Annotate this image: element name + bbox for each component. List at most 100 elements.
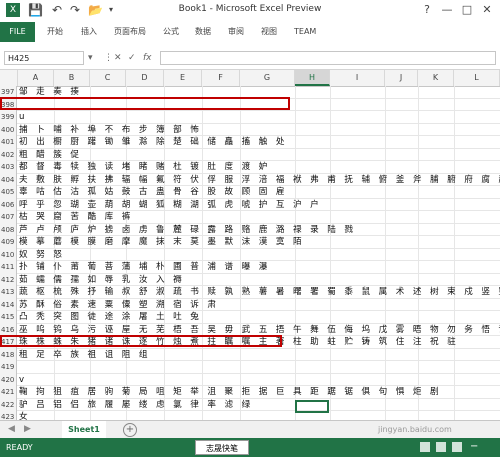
scroll-right-icon[interactable]: ▶	[24, 424, 31, 434]
cell-text[interactable]: 苏 酥 俗 素 速 粟 僳 塑 溯 宿 诉 肃	[19, 299, 219, 312]
table-row: 408 芦 卢 颅 庐 炉 掳 卤 虏 鲁 麓 碌 露 路 赂 鹿 潞 禄 录 陆…	[0, 223, 500, 237]
cell-text[interactable]: 夫 敷 肤 孵 扶 拂 辐 幅 氟 符 伏 俘 服 浮 涪 福 袱 弗 甫 抚 …	[19, 174, 500, 187]
maximize-button[interactable]: □	[458, 2, 476, 18]
row-number[interactable]: 406	[0, 198, 17, 211]
row-number[interactable]: 409	[0, 236, 17, 249]
tab-team[interactable]: TEAM	[294, 26, 316, 38]
row-number[interactable]: 403	[0, 161, 17, 174]
row-number[interactable]: 422	[0, 398, 17, 411]
page-layout-view-icon[interactable]	[436, 442, 446, 452]
add-sheet-button[interactable]: +	[123, 423, 137, 437]
cancel-icon[interactable]: ✕	[114, 51, 122, 65]
row-number[interactable]: 419	[0, 361, 17, 374]
column-header-selected[interactable]: H	[295, 70, 330, 86]
column-header[interactable]: D	[126, 70, 164, 86]
row-number[interactable]: 423	[0, 411, 17, 420]
tab-view[interactable]: 视图	[261, 26, 277, 38]
table-row: 413 蔬 枢 梳 殊 抒 输 叔 舒 淑 疏 书 赎 孰 熟 薯 暑 曙 署 蜀…	[0, 286, 500, 299]
cell-text[interactable]: v	[19, 374, 27, 387]
cell-text[interactable]: 捕 卜 哺 补 埠 不 布 步 簿 部 怖	[19, 124, 202, 137]
cell-text[interactable]: 模 摹 蘑 模 膜 磨 摩 魔 抹 末 莫 墨 默 沫 漠 寞 陌	[19, 236, 305, 249]
tab-review[interactable]: 审阅	[228, 26, 244, 38]
column-headers: A B C D E F G H I J K L	[0, 70, 500, 87]
enter-icon[interactable]: ✓	[128, 51, 136, 65]
cell-text[interactable]: u	[19, 111, 27, 124]
cell-text[interactable]: 鞠 拘 狙 疽 居 驹 菊 局 咀 矩 举 沮 聚 拒 据 巨 具 距 踞 锯 …	[19, 386, 442, 399]
column-header[interactable]: J	[385, 70, 418, 86]
table-row: 412 茹 蠕 儒 孺 如 辱 乳 汝 入 褥	[0, 273, 500, 287]
cell-text[interactable]: 粗 醋 簇 促	[19, 149, 82, 162]
selected-cell-h425[interactable]	[295, 400, 329, 413]
table-row: 418 租 足 卒 族 祖 诅 阻 组	[0, 348, 500, 362]
cell-text[interactable]: 凸 秃 突 图 徒 途 涂 屠 土 吐 兔	[19, 311, 202, 324]
table-row: 404 夫 敷 肤 孵 扶 拂 辐 幅 氟 符 伏 俘 服 浮 涪 福 袱 弗 甫…	[0, 173, 500, 187]
formula-input[interactable]	[160, 51, 496, 65]
cell-text[interactable]: 辜 咕 估 沽 孤 姑 鼓 古 蛊 骨 谷 股 故 顾 固 雇	[19, 186, 287, 199]
row-number[interactable]: 400	[0, 123, 17, 136]
column-header[interactable]: E	[164, 70, 202, 86]
select-all-corner[interactable]	[0, 70, 18, 86]
cell-text[interactable]: 芦 卢 颅 庐 炉 掳 卤 虏 鲁 麓 碌 露 路 赂 鹿 潞 禄 录 陆 戮	[19, 224, 356, 237]
column-header[interactable]: I	[330, 70, 385, 86]
normal-view-icon[interactable]	[420, 442, 430, 452]
table-row: 406 呼 乎 忽 瑚 壶 葫 胡 蝴 狐 糊 湖 弧 虎 唬 护 互 沪 户	[0, 198, 500, 212]
ime-indicator[interactable]: 志晟快笔	[195, 440, 249, 455]
row-number[interactable]: 402	[0, 148, 17, 161]
table-row: 419	[0, 361, 500, 374]
row-number[interactable]: 408	[0, 223, 17, 236]
table-row: 409 模 摹 蘑 模 膜 磨 摩 魔 抹 末 莫 墨 默 沫 漠 寞 陌	[0, 236, 500, 249]
row-number[interactable]: 415	[0, 311, 17, 324]
help-icon[interactable]: ?	[418, 2, 436, 18]
table-row: 403 都 督 毒 犊 独 读 堵 睹 赌 杜 镀 肚 度 渡 妒	[0, 161, 500, 174]
row-number[interactable]: 421	[0, 386, 17, 399]
row-number[interactable]: 404	[0, 173, 17, 186]
close-button[interactable]: ✕	[478, 2, 496, 18]
tab-file[interactable]: FILE	[0, 22, 35, 42]
page-break-view-icon[interactable]	[452, 442, 462, 452]
minimize-button[interactable]: —	[438, 2, 456, 18]
tab-formulas[interactable]: 公式	[163, 26, 179, 38]
highlight-box-row-398	[0, 97, 290, 110]
row-number[interactable]: 407	[0, 211, 17, 224]
column-header[interactable]: F	[202, 70, 240, 86]
cell-text[interactable]: 租 足 卒 族 祖 诅 阻 组	[19, 349, 150, 362]
insert-function-icon[interactable]: fx	[143, 51, 152, 65]
column-header[interactable]: K	[418, 70, 454, 86]
column-header[interactable]: A	[18, 70, 54, 86]
cell-text[interactable]: 呼 乎 忽 瑚 壶 葫 胡 蝴 狐 糊 湖 弧 虎 唬 护 互 沪 户	[19, 199, 322, 212]
cell-text[interactable]: 初 出 橱 厨 躇 锄 雏 滁 除 楚 础 储 矗 搐 触 处	[19, 136, 287, 149]
tab-insert[interactable]: 插入	[81, 26, 97, 38]
cell-text[interactable]: 都 督 毒 犊 独 读 堵 睹 赌 杜 镀 肚 度 渡 妒	[19, 161, 270, 174]
cell-text[interactable]: 奴 努 怒	[19, 249, 65, 262]
column-header[interactable]: G	[240, 70, 295, 86]
column-header[interactable]: L	[454, 70, 500, 86]
zoom-out-icon[interactable]: −	[470, 441, 478, 452]
row-number[interactable]: 399	[0, 111, 17, 124]
row-number[interactable]: 401	[0, 136, 17, 149]
tab-page-layout[interactable]: 页面布局	[114, 26, 146, 38]
cell-text[interactable]: 枯 哭 窟 苦 酷 库 裤	[19, 211, 133, 224]
row-number[interactable]: 410	[0, 248, 17, 261]
row-number[interactable]: 414	[0, 298, 17, 311]
row-number[interactable]: 412	[0, 273, 17, 286]
row-number[interactable]: 420	[0, 373, 17, 386]
table-row: 399 u	[0, 111, 500, 124]
column-header[interactable]: C	[90, 70, 126, 86]
cell-text[interactable]: 驴 吕 铝 侣 旅 履 屡 缕 虑 氯 律 率 滤 绿	[19, 399, 253, 412]
namebox-dropdown-icon[interactable]: ▾	[88, 51, 93, 65]
name-box[interactable]: H425	[4, 51, 84, 65]
worksheet-grid[interactable]: A B C D E F G H I J K L 397 邹 走 奏 揍 398 399…	[0, 70, 500, 420]
row-number[interactable]: 411	[0, 261, 17, 274]
row-number[interactable]: 418	[0, 348, 17, 361]
row-number[interactable]: 413	[0, 286, 17, 299]
column-header[interactable]: B	[54, 70, 90, 86]
cell-text[interactable]: 扑 铺 仆 莆 葡 菩 蒲 埔 朴 圃 普 浦 谱 曝 瀑	[19, 261, 270, 274]
scroll-left-icon[interactable]: ◀	[8, 424, 15, 434]
ribbon-tabs: FILE 开始 插入 页面布局 公式 数据 审阅 视图 TEAM	[0, 22, 500, 43]
tab-home[interactable]: 开始	[47, 26, 63, 38]
tab-data[interactable]: 数据	[195, 26, 211, 38]
cell-text[interactable]: 茹 蠕 儒 孺 如 辱 乳 汝 入 褥	[19, 274, 185, 287]
row-number[interactable]: 405	[0, 186, 17, 199]
cell-text[interactable]: 蔬 枢 梳 殊 抒 输 叔 舒 淑 疏 书 赎 孰 熟 薯 暑 曙 署 蜀 黍 …	[19, 286, 500, 299]
cell-text[interactable]: 女	[19, 411, 31, 420]
